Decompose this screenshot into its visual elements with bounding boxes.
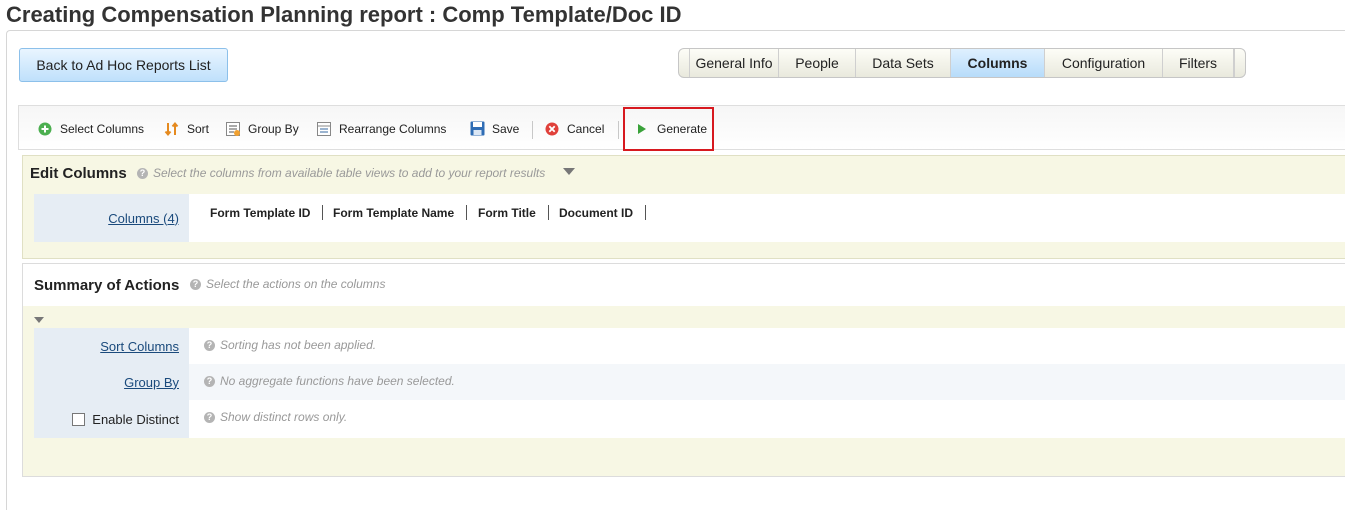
cancel-icon: [544, 121, 560, 137]
columns-link[interactable]: Columns (4): [108, 211, 179, 226]
tab-configuration[interactable]: Configuration: [1045, 49, 1163, 77]
edit-columns-help: ? Select the columns from available tabl…: [137, 166, 545, 180]
column-chip[interactable]: Form Title: [466, 205, 549, 220]
tabs-right-cap: [1234, 49, 1245, 77]
help-icon: ?: [204, 339, 215, 351]
cancel-label: Cancel: [567, 121, 605, 136]
group-by-label-cell: Group By: [34, 364, 189, 400]
save-label: Save: [492, 121, 520, 136]
help-icon: ?: [204, 411, 215, 423]
enable-distinct-help-text: Show distinct rows only.: [220, 410, 348, 424]
help-icon: ?: [190, 278, 201, 290]
sort-columns-link[interactable]: Sort Columns: [100, 339, 179, 354]
save-button[interactable]: Save: [469, 106, 519, 151]
tabs-left-cap: [679, 49, 690, 77]
enable-distinct-help: ? Show distinct rows only.: [204, 410, 347, 424]
column-chip[interactable]: Document ID: [547, 205, 647, 220]
rearrange-columns-icon: [316, 121, 332, 137]
rearrange-columns-label: Rearrange Columns: [339, 121, 447, 136]
columns-label-cell: Columns (4): [34, 194, 189, 242]
summary-help: ? Select the actions on the columns: [190, 277, 385, 291]
edit-columns-title: Edit Columns: [30, 165, 127, 182]
tab-columns[interactable]: Columns: [951, 49, 1045, 77]
toolbar-separator: [618, 121, 619, 139]
select-columns-label: Select Columns: [60, 121, 145, 136]
collapse-triangle-icon[interactable]: [34, 317, 44, 323]
summary-help-text: Select the actions on the columns: [206, 277, 386, 291]
cancel-button[interactable]: Cancel: [544, 106, 604, 151]
tab-people[interactable]: People: [779, 49, 856, 77]
column-chip[interactable]: Form Template ID: [198, 205, 324, 220]
summary-title: Summary of Actions: [34, 277, 180, 294]
summary-actions-area: Sort Columns ? Sorting has not been appl…: [23, 306, 1345, 476]
help-icon: ?: [137, 167, 148, 179]
enable-distinct-value-cell: ? Show distinct rows only.: [189, 400, 1345, 438]
tab-general-info[interactable]: General Info: [690, 49, 779, 77]
column-chip[interactable]: Form Template Name: [321, 205, 468, 220]
sort-button[interactable]: Sort: [164, 106, 209, 151]
sort-icon: [164, 121, 180, 137]
page-title: Creating Compensation Planning report : …: [6, 2, 682, 27]
group-by-link[interactable]: Group By: [124, 375, 179, 390]
tab-data-sets[interactable]: Data Sets: [856, 49, 951, 77]
generate-highlight-box: [623, 107, 714, 151]
enable-distinct-label-cell: Enable Distinct: [34, 400, 189, 438]
back-to-reports-button[interactable]: Back to Ad Hoc Reports List: [19, 48, 228, 82]
rearrange-columns-button[interactable]: Rearrange Columns: [316, 106, 446, 151]
toolbar-separator: [532, 121, 533, 139]
group-by-help: ? No aggregate functions have been selec…: [204, 374, 455, 388]
edit-columns-panel: Edit Columns ? Select the columns from a…: [22, 155, 1345, 259]
edit-columns-help-text: Select the columns from available table …: [153, 166, 546, 180]
select-columns-button[interactable]: Select Columns: [37, 106, 144, 151]
add-circle-icon: [37, 121, 53, 137]
enable-distinct-label: Enable Distinct: [92, 411, 179, 427]
summary-panel: Summary of Actions ? Select the actions …: [22, 263, 1345, 477]
sort-columns-help: ? Sorting has not been applied.: [204, 338, 376, 352]
tab-filters[interactable]: Filters: [1163, 49, 1234, 77]
enable-distinct-checkbox[interactable]: [72, 412, 86, 426]
sort-label: Sort: [187, 121, 210, 136]
sort-columns-help-text: Sorting has not been applied.: [220, 338, 377, 352]
collapse-triangle-icon[interactable]: [563, 168, 575, 175]
group-by-label: Group By: [248, 121, 299, 136]
sort-columns-value-cell: ? Sorting has not been applied.: [189, 328, 1345, 364]
group-by-button[interactable]: Group By: [225, 106, 299, 151]
columns-value-cell: Form Template ID Form Template Name Form…: [189, 194, 1345, 242]
sort-columns-label-cell: Sort Columns: [34, 328, 189, 364]
help-icon: ?: [204, 375, 215, 387]
group-by-value-cell: ? No aggregate functions have been selec…: [189, 364, 1345, 400]
group-by-help-text: No aggregate functions have been selecte…: [220, 374, 455, 388]
floppy-disk-icon: [469, 121, 485, 137]
wizard-tabs: General Info People Data Sets Columns Co…: [678, 48, 1246, 78]
group-by-icon: [225, 121, 241, 137]
